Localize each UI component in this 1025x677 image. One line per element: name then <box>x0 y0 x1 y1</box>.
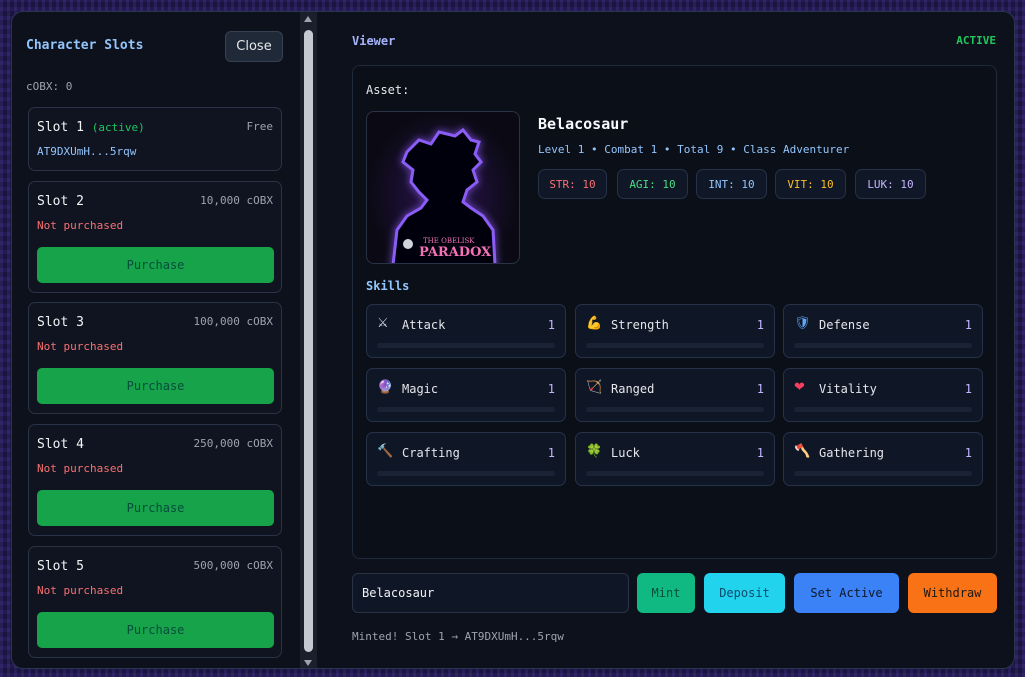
heart-icon: ❤ <box>794 380 805 395</box>
close-button[interactable]: Close <box>225 31 283 62</box>
hammer-icon: 🔨 <box>377 444 394 459</box>
skill-gathering: 🪓 Gathering 1 <box>783 432 983 486</box>
slot-name: Slot 2 <box>37 194 84 209</box>
slot-card-3: Slot 3 100,000 cOBX Not purchased Purcha… <box>28 302 282 414</box>
viewer-title: Viewer <box>352 34 396 48</box>
stat-str: STR: 10 <box>538 169 607 199</box>
skill-magic: 🔮 Magic 1 <box>366 368 566 422</box>
crystal-ball-icon: 🔮 <box>377 380 394 395</box>
axe-icon: 🪓 <box>794 444 811 459</box>
logo-line1: THE OBELISK <box>423 237 475 245</box>
crossed-swords-icon: ⚔ <box>377 316 389 331</box>
skill-progress-bar <box>586 343 764 348</box>
asset-label: Asset: <box>366 83 410 97</box>
slots-sidebar: Character Slots Close cOBX: 0 Slot 1 (ac… <box>12 12 300 668</box>
slot-card-2: Slot 2 10,000 cOBX Not purchased Purchas… <box>28 181 282 293</box>
slot-card-1[interactable]: Slot 1 (active) Free AT9DXUmH...5rqw <box>28 107 282 171</box>
purchase-button[interactable]: Purchase <box>37 368 274 404</box>
skill-progress-bar <box>586 471 764 476</box>
character-name-input[interactable] <box>352 573 629 613</box>
silhouette-image: THE OBELISK PARADOX <box>391 127 497 263</box>
slot-card-4: Slot 4 250,000 cOBX Not purchased Purcha… <box>28 424 282 536</box>
scroll-thumb[interactable] <box>304 30 313 652</box>
slot-card-5: Slot 5 500,000 cOBX Not purchased Purcha… <box>28 546 282 658</box>
deposit-button[interactable]: Deposit <box>704 573 785 613</box>
skill-progress-bar <box>377 343 555 348</box>
slot-name: Slot 3 <box>37 315 84 330</box>
slot-status: Not purchased <box>37 462 124 475</box>
purchase-button[interactable]: Purchase <box>37 612 274 648</box>
status-badge: ACTIVE <box>956 34 996 47</box>
stat-int: INT: 10 <box>696 169 767 199</box>
skill-progress-bar <box>794 471 972 476</box>
skills-title: Skills <box>366 279 410 293</box>
slot-address: AT9DXUmH...5rqw <box>37 145 137 158</box>
skill-ranged: 🏹 Ranged 1 <box>575 368 775 422</box>
clover-icon: 🍀 <box>586 444 603 459</box>
skill-strength: 💪 Strength 1 <box>575 304 775 358</box>
stat-agi: AGI: 10 <box>617 169 688 199</box>
cobx-balance: cOBX: 0 <box>26 80 73 93</box>
withdraw-button[interactable]: Withdraw <box>908 573 997 613</box>
skill-vitality: ❤ Vitality 1 <box>783 368 983 422</box>
active-tag: (active) <box>91 121 145 134</box>
character-avatar: THE OBELISK PARADOX <box>366 111 520 264</box>
slot-status: Not purchased <box>37 584 124 597</box>
purchase-button[interactable]: Purchase <box>37 247 274 283</box>
sidebar-scrollbar[interactable] <box>300 12 317 668</box>
slot-status: Not purchased <box>37 219 124 232</box>
slot-price: 10,000 cOBX <box>200 194 273 207</box>
stat-luk: LUK: 10 <box>855 169 926 199</box>
purchase-button[interactable]: Purchase <box>37 490 274 526</box>
slot-price: 500,000 cOBX <box>193 559 273 572</box>
mint-button[interactable]: Mint <box>637 573 695 613</box>
scroll-down-arrow-icon[interactable] <box>304 660 312 666</box>
character-panel: Character Slots Close cOBX: 0 Slot 1 (ac… <box>11 11 1015 669</box>
skill-attack: ⚔ Attack 1 <box>366 304 566 358</box>
skill-defense: 🛡 Defense 1 <box>783 304 983 358</box>
skill-progress-bar <box>377 407 555 412</box>
skill-progress-bar <box>377 471 555 476</box>
character-meta: Level 1 • Combat 1 • Total 9 • Class Adv… <box>538 143 850 156</box>
skill-crafting: 🔨 Crafting 1 <box>366 432 566 486</box>
asset-panel: Asset: THE OBELISK PARADOX Belacosaur Le… <box>352 65 997 559</box>
skill-progress-bar <box>794 343 972 348</box>
logo-line2: PARADOX <box>419 245 492 260</box>
shield-icon: 🛡 <box>794 316 811 331</box>
sidebar-title: Character Slots <box>26 38 144 53</box>
slot-name: Slot 1 (active) <box>37 120 145 135</box>
skill-progress-bar <box>794 407 972 412</box>
slot-name: Slot 5 <box>37 559 84 574</box>
skill-progress-bar <box>586 407 764 412</box>
skill-luck: 🍀 Luck 1 <box>575 432 775 486</box>
slot-price: 100,000 cOBX <box>193 315 273 328</box>
flexed-arm-icon: 💪 <box>586 316 603 331</box>
scroll-up-arrow-icon[interactable] <box>304 16 312 22</box>
character-name: Belacosaur <box>538 115 629 133</box>
bow-arrow-icon: 🏹 <box>586 380 603 395</box>
stat-vit: VIT: 10 <box>775 169 846 199</box>
slot-status: Not purchased <box>37 340 124 353</box>
slot-price: 250,000 cOBX <box>193 437 273 450</box>
slot-price: Free <box>246 120 274 133</box>
set-active-button[interactable]: Set Active <box>794 573 899 613</box>
slot-name: Slot 4 <box>37 437 84 452</box>
status-message: Minted! Slot 1 → AT9DXUmH...5rqw <box>352 630 564 643</box>
